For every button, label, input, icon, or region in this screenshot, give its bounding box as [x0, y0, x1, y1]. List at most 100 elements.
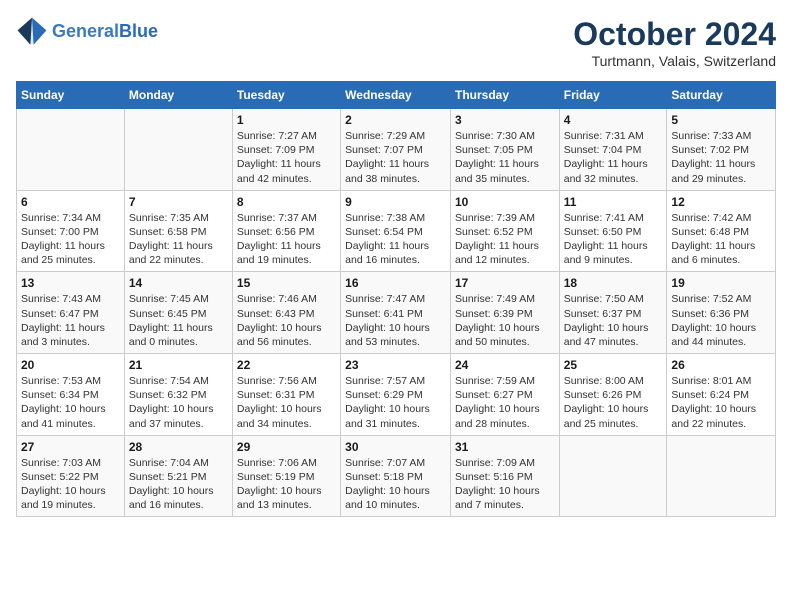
day-number: 5 — [671, 113, 771, 127]
calendar-cell: 18 Sunrise: 7:50 AM Sunset: 6:37 PM Dayl… — [559, 272, 667, 354]
calendar-cell: 31 Sunrise: 7:09 AM Sunset: 5:16 PM Dayl… — [450, 435, 559, 517]
day-number: 17 — [455, 276, 555, 290]
location: Turtmann, Valais, Switzerland — [573, 53, 776, 69]
day-info: Sunrise: 7:52 AM Sunset: 6:36 PM Dayligh… — [671, 292, 771, 349]
calendar-table: SundayMondayTuesdayWednesdayThursdayFrid… — [16, 81, 776, 517]
weekday-header: Saturday — [667, 82, 776, 109]
day-number: 3 — [455, 113, 555, 127]
sunset: Sunset: 7:04 PM — [564, 144, 642, 156]
day-number: 30 — [345, 440, 446, 454]
sunset: Sunset: 5:16 PM — [455, 471, 533, 483]
calendar-cell: 17 Sunrise: 7:49 AM Sunset: 6:39 PM Dayl… — [450, 272, 559, 354]
logo-blue: Blue — [119, 21, 158, 41]
daylight: Daylight: 11 hours and 42 minutes. — [237, 158, 321, 184]
day-number: 18 — [564, 276, 663, 290]
sunrise: Sunrise: 7:29 AM — [345, 130, 425, 142]
day-info: Sunrise: 7:33 AM Sunset: 7:02 PM Dayligh… — [671, 129, 771, 186]
sunset: Sunset: 5:18 PM — [345, 471, 423, 483]
page-header: GeneralBlue October 2024 Turtmann, Valai… — [16, 16, 776, 69]
calendar-week-row: 13 Sunrise: 7:43 AM Sunset: 6:47 PM Dayl… — [17, 272, 776, 354]
day-number: 8 — [237, 195, 336, 209]
sunrise: Sunrise: 7:04 AM — [129, 457, 209, 469]
sunrise: Sunrise: 7:39 AM — [455, 212, 535, 224]
calendar-cell: 30 Sunrise: 7:07 AM Sunset: 5:18 PM Dayl… — [341, 435, 451, 517]
day-number: 9 — [345, 195, 446, 209]
day-info: Sunrise: 7:42 AM Sunset: 6:48 PM Dayligh… — [671, 211, 771, 268]
calendar-cell: 7 Sunrise: 7:35 AM Sunset: 6:58 PM Dayli… — [124, 190, 232, 272]
day-info: Sunrise: 7:50 AM Sunset: 6:37 PM Dayligh… — [564, 292, 663, 349]
calendar-cell: 1 Sunrise: 7:27 AM Sunset: 7:09 PM Dayli… — [232, 109, 340, 191]
daylight: Daylight: 10 hours and 34 minutes. — [237, 403, 322, 429]
day-info: Sunrise: 7:57 AM Sunset: 6:29 PM Dayligh… — [345, 374, 446, 431]
daylight: Daylight: 10 hours and 28 minutes. — [455, 403, 540, 429]
day-number: 2 — [345, 113, 446, 127]
logo-general: General — [52, 21, 119, 41]
sunset: Sunset: 6:41 PM — [345, 308, 423, 320]
day-info: Sunrise: 7:53 AM Sunset: 6:34 PM Dayligh… — [21, 374, 120, 431]
logo: GeneralBlue — [16, 16, 158, 48]
sunrise: Sunrise: 7:34 AM — [21, 212, 101, 224]
calendar-cell: 24 Sunrise: 7:59 AM Sunset: 6:27 PM Dayl… — [450, 354, 559, 436]
daylight: Daylight: 10 hours and 7 minutes. — [455, 485, 540, 511]
sunrise: Sunrise: 7:03 AM — [21, 457, 101, 469]
sunrise: Sunrise: 7:59 AM — [455, 375, 535, 387]
sunset: Sunset: 7:09 PM — [237, 144, 315, 156]
sunrise: Sunrise: 7:07 AM — [345, 457, 425, 469]
daylight: Daylight: 10 hours and 44 minutes. — [671, 322, 756, 348]
day-number: 6 — [21, 195, 120, 209]
daylight: Daylight: 10 hours and 13 minutes. — [237, 485, 322, 511]
calendar-week-row: 1 Sunrise: 7:27 AM Sunset: 7:09 PM Dayli… — [17, 109, 776, 191]
daylight: Daylight: 11 hours and 12 minutes. — [455, 240, 539, 266]
sunrise: Sunrise: 7:57 AM — [345, 375, 425, 387]
sunset: Sunset: 7:02 PM — [671, 144, 749, 156]
day-number: 31 — [455, 440, 555, 454]
calendar-cell: 22 Sunrise: 7:56 AM Sunset: 6:31 PM Dayl… — [232, 354, 340, 436]
day-info: Sunrise: 7:09 AM Sunset: 5:16 PM Dayligh… — [455, 456, 555, 513]
day-info: Sunrise: 7:49 AM Sunset: 6:39 PM Dayligh… — [455, 292, 555, 349]
weekday-header: Sunday — [17, 82, 125, 109]
day-info: Sunrise: 7:43 AM Sunset: 6:47 PM Dayligh… — [21, 292, 120, 349]
sunrise: Sunrise: 7:33 AM — [671, 130, 751, 142]
calendar-cell — [124, 109, 232, 191]
logo-icon — [16, 16, 48, 48]
calendar-week-row: 20 Sunrise: 7:53 AM Sunset: 6:34 PM Dayl… — [17, 354, 776, 436]
day-number: 20 — [21, 358, 120, 372]
day-info: Sunrise: 7:56 AM Sunset: 6:31 PM Dayligh… — [237, 374, 336, 431]
sunrise: Sunrise: 7:50 AM — [564, 293, 644, 305]
day-info: Sunrise: 7:47 AM Sunset: 6:41 PM Dayligh… — [345, 292, 446, 349]
sunset: Sunset: 6:54 PM — [345, 226, 423, 238]
daylight: Daylight: 10 hours and 19 minutes. — [21, 485, 106, 511]
sunset: Sunset: 6:27 PM — [455, 389, 533, 401]
sunset: Sunset: 6:50 PM — [564, 226, 642, 238]
sunrise: Sunrise: 7:53 AM — [21, 375, 101, 387]
day-number: 7 — [129, 195, 228, 209]
sunset: Sunset: 6:39 PM — [455, 308, 533, 320]
day-info: Sunrise: 7:04 AM Sunset: 5:21 PM Dayligh… — [129, 456, 228, 513]
day-info: Sunrise: 7:38 AM Sunset: 6:54 PM Dayligh… — [345, 211, 446, 268]
day-info: Sunrise: 7:29 AM Sunset: 7:07 PM Dayligh… — [345, 129, 446, 186]
sunset: Sunset: 5:19 PM — [237, 471, 315, 483]
day-info: Sunrise: 8:00 AM Sunset: 6:26 PM Dayligh… — [564, 374, 663, 431]
calendar-cell — [559, 435, 667, 517]
sunrise: Sunrise: 7:52 AM — [671, 293, 751, 305]
sunset: Sunset: 6:52 PM — [455, 226, 533, 238]
day-info: Sunrise: 7:03 AM Sunset: 5:22 PM Dayligh… — [21, 456, 120, 513]
day-number: 28 — [129, 440, 228, 454]
weekday-header: Thursday — [450, 82, 559, 109]
calendar-cell: 10 Sunrise: 7:39 AM Sunset: 6:52 PM Dayl… — [450, 190, 559, 272]
weekday-header-row: SundayMondayTuesdayWednesdayThursdayFrid… — [17, 82, 776, 109]
sunset: Sunset: 7:07 PM — [345, 144, 423, 156]
daylight: Daylight: 11 hours and 35 minutes. — [455, 158, 539, 184]
sunrise: Sunrise: 7:54 AM — [129, 375, 209, 387]
day-number: 29 — [237, 440, 336, 454]
day-info: Sunrise: 7:27 AM Sunset: 7:09 PM Dayligh… — [237, 129, 336, 186]
calendar-cell: 25 Sunrise: 8:00 AM Sunset: 6:26 PM Dayl… — [559, 354, 667, 436]
sunrise: Sunrise: 7:43 AM — [21, 293, 101, 305]
sunrise: Sunrise: 8:01 AM — [671, 375, 751, 387]
daylight: Daylight: 11 hours and 3 minutes. — [21, 322, 105, 348]
sunrise: Sunrise: 7:06 AM — [237, 457, 317, 469]
sunrise: Sunrise: 7:47 AM — [345, 293, 425, 305]
day-number: 14 — [129, 276, 228, 290]
calendar-week-row: 27 Sunrise: 7:03 AM Sunset: 5:22 PM Dayl… — [17, 435, 776, 517]
sunrise: Sunrise: 7:38 AM — [345, 212, 425, 224]
